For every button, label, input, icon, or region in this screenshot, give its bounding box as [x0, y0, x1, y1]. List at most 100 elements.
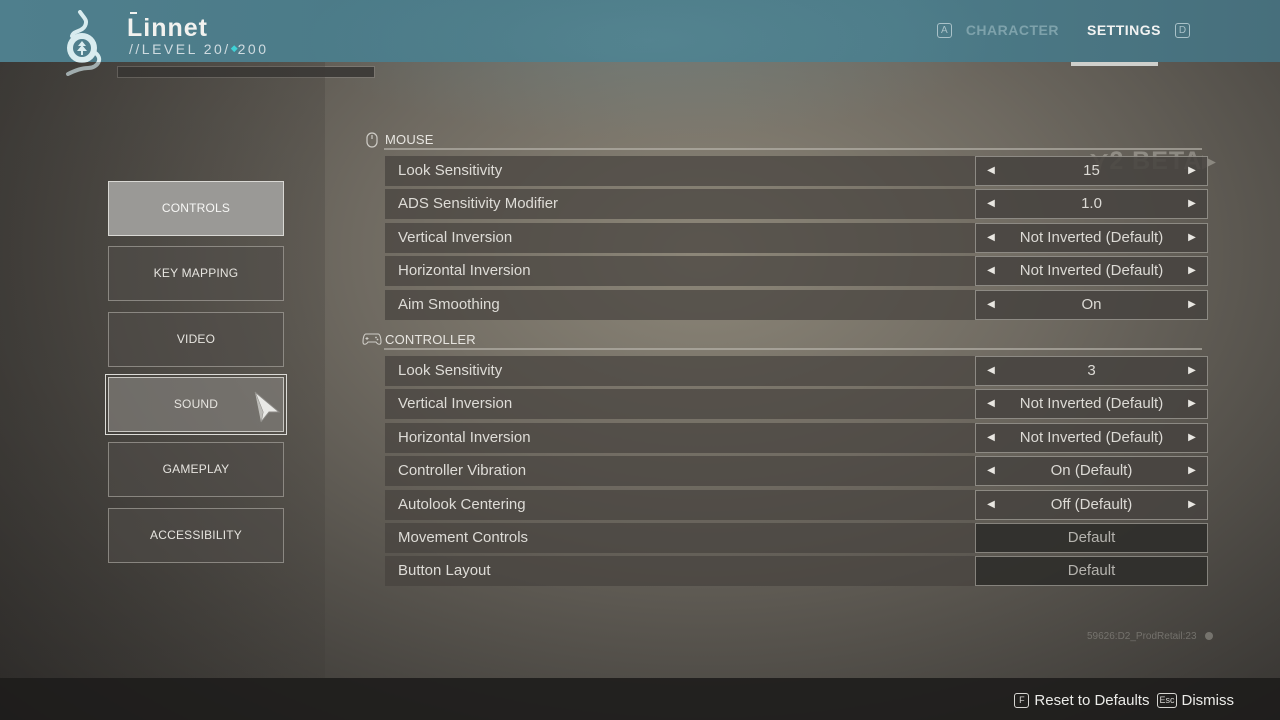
sidebar-item-controls[interactable]: CONTROLS — [108, 181, 284, 236]
setting-label: Aim Smoothing — [398, 295, 500, 313]
reset-to-defaults-label: Reset to Defaults — [1034, 692, 1150, 709]
keycap-esc-icon: Esc — [1157, 693, 1177, 708]
sidebar — [0, 62, 325, 678]
sidebar-item-accessibility[interactable]: ACCESSIBILITY — [108, 508, 284, 563]
setting-label: Horizontal Inversion — [398, 262, 531, 280]
setting-value: 3 — [1087, 362, 1096, 379]
keycap-d-icon[interactable]: D — [1175, 22, 1190, 38]
setting-label: Look Sensitivity — [398, 162, 503, 179]
setting-button[interactable]: Default — [975, 523, 1208, 553]
arrow-right-icon[interactable]: ▶ — [1177, 190, 1207, 218]
setting-value: Default — [1067, 529, 1116, 546]
tab-settings[interactable]: SETTINGS — [1087, 22, 1161, 38]
gamepad-icon — [362, 333, 382, 345]
setting-value: Default — [1067, 562, 1116, 580]
controller-setting-row-movement-controls[interactable]: Movement Controls Default — [385, 523, 1208, 553]
tab-character[interactable]: CHARACTER — [966, 22, 1059, 38]
setting-selector[interactable]: ◀ 1.0 ▶ — [975, 189, 1208, 220]
setting-value: 1.0 — [1081, 195, 1102, 213]
sidebar-item-gameplay[interactable]: GAMEPLAY — [108, 442, 284, 497]
setting-label: Controller Vibration — [398, 462, 527, 480]
arrow-right-icon[interactable]: ▶ — [1177, 224, 1207, 252]
setting-value: Not Inverted (Default) — [1019, 262, 1164, 280]
sidebar-item-video[interactable]: VIDEO — [108, 312, 284, 367]
power-level: 200 — [237, 41, 269, 57]
controller-setting-row-controller-vibration[interactable]: Controller Vibration ◀ On (Default) ▶ — [385, 456, 1208, 487]
keycap-a-icon[interactable]: A — [936, 22, 952, 38]
level-label: //LEVEL 20/ — [129, 41, 231, 57]
mouse-section-divider — [384, 148, 1202, 150]
setting-value: Not Inverted (Default) — [1019, 395, 1164, 413]
arrow-right-icon[interactable]: ▶ — [1177, 257, 1207, 285]
nav-tabs: A CHARACTER SETTINGS D — [936, 22, 1190, 38]
status-dot-icon — [1205, 632, 1213, 640]
mouse-cursor-icon — [254, 391, 281, 423]
setting-selector[interactable]: ◀ On (Default) ▶ — [975, 456, 1208, 487]
arrow-left-icon[interactable]: ◀ — [976, 357, 1006, 385]
arrow-right-icon[interactable]: ▶ — [1177, 357, 1207, 385]
setting-label: Horizontal Inversion — [398, 428, 531, 446]
footer-actions: F Reset to Defaults Esc Dismiss — [1006, 692, 1234, 709]
reset-to-defaults-button[interactable]: F Reset to Defaults — [1014, 692, 1149, 709]
setting-label: Button Layout — [398, 562, 491, 580]
setting-value: 15 — [1083, 162, 1100, 179]
setting-value: Off (Default) — [1050, 495, 1133, 513]
character-name: Linnet — [127, 14, 208, 42]
mouse-setting-row-horizontal-inversion[interactable]: Horizontal Inversion ◀ Not Inverted (Defau… — [385, 256, 1208, 287]
mouse-setting-row-ads-sensitivity-modifier[interactable]: ADS Sensitivity Modifier ◀ 1.0 ▶ — [385, 189, 1208, 220]
arrow-left-icon[interactable]: ◀ — [976, 457, 1006, 485]
setting-label: Look Sensitivity — [398, 362, 503, 379]
arrow-left-icon[interactable]: ◀ — [976, 224, 1006, 252]
arrow-right-icon[interactable]: ▶ — [1177, 390, 1207, 418]
arrow-left-icon[interactable]: ◀ — [976, 424, 1006, 452]
setting-label: ADS Sensitivity Modifier — [398, 195, 559, 213]
arrow-right-icon[interactable]: ▶ — [1177, 424, 1207, 452]
mouse-setting-row-aim-smoothing[interactable]: Aim Smoothing ◀ On ▶ — [385, 289, 1208, 320]
setting-selector[interactable]: ◀ Not Inverted (Default) ▶ — [975, 422, 1208, 453]
active-tab-indicator — [1071, 62, 1158, 66]
controller-setting-row-button-layout[interactable]: Button Layout Default — [385, 556, 1208, 587]
arrow-left-icon[interactable]: ◀ — [976, 157, 1006, 185]
controller-section-divider — [384, 348, 1202, 350]
setting-selector[interactable]: ◀ Off (Default) ▶ — [975, 489, 1208, 520]
setting-value: Not Inverted (Default) — [1019, 228, 1164, 246]
setting-label: Vertical Inversion — [398, 395, 513, 413]
setting-label: Movement Controls — [398, 529, 529, 546]
character-level: //LEVEL 20/◆200 — [129, 41, 268, 57]
setting-value: On (Default) — [1050, 462, 1133, 480]
build-version: 59626:D2_ProdRetail:23 — [1087, 631, 1197, 642]
mouse-setting-row-look-sensitivity[interactable]: Look Sensitivity ◀ 15 ▶ — [385, 156, 1208, 186]
setting-value: On — [1081, 295, 1102, 313]
sidebar-item-key-mapping[interactable]: KEY MAPPING — [108, 246, 284, 301]
arrow-right-icon[interactable]: ▶ — [1177, 157, 1207, 185]
keycap-f-icon: F — [1014, 693, 1030, 708]
setting-selector[interactable]: ◀ Not Inverted (Default) ▶ — [975, 222, 1208, 253]
setting-selector[interactable]: ◀ Not Inverted (Default) ▶ — [975, 389, 1208, 420]
setting-label: Vertical Inversion — [398, 228, 513, 246]
arrow-right-icon[interactable]: ▶ — [1177, 457, 1207, 485]
diamond-icon: ◆ — [230, 43, 238, 53]
setting-label: Autolook Centering — [398, 495, 526, 513]
mouse-icon — [366, 132, 378, 148]
arrow-left-icon[interactable]: ◀ — [976, 190, 1006, 218]
controller-setting-row-horizontal-inversion[interactable]: Horizontal Inversion ◀ Not Inverted (Defau… — [385, 422, 1208, 453]
controller-setting-row-autolook-centering[interactable]: Autolook Centering ◀ Off (Default) ▶ — [385, 489, 1208, 520]
arrow-left-icon[interactable]: ◀ — [976, 291, 1006, 319]
setting-button[interactable]: Default — [975, 556, 1208, 587]
arrow-right-icon[interactable]: ▶ — [1177, 491, 1207, 519]
setting-selector[interactable]: ◀ On ▶ — [975, 289, 1208, 320]
header-emblem-background — [300, 0, 1000, 140]
setting-selector[interactable]: ◀ 15 ▶ — [975, 156, 1208, 186]
dismiss-label: Dismiss — [1181, 692, 1235, 709]
arrow-right-icon[interactable]: ▶ — [1177, 291, 1207, 319]
dismiss-button[interactable]: Esc Dismiss — [1157, 692, 1234, 709]
controller-setting-row-look-sensitivity[interactable]: Look Sensitivity ◀ 3 ▶ — [385, 356, 1208, 386]
controller-section-title: CONTROLLER — [385, 332, 476, 347]
arrow-left-icon[interactable]: ◀ — [976, 390, 1006, 418]
arrow-left-icon[interactable]: ◀ — [976, 491, 1006, 519]
setting-selector[interactable]: ◀ Not Inverted (Default) ▶ — [975, 256, 1208, 287]
arrow-left-icon[interactable]: ◀ — [976, 257, 1006, 285]
setting-selector[interactable]: ◀ 3 ▶ — [975, 356, 1208, 386]
mouse-setting-row-vertical-inversion[interactable]: Vertical Inversion ◀ Not Inverted (Default… — [385, 222, 1208, 253]
controller-setting-row-vertical-inversion[interactable]: Vertical Inversion ◀ Not Inverted (Default… — [385, 389, 1208, 420]
